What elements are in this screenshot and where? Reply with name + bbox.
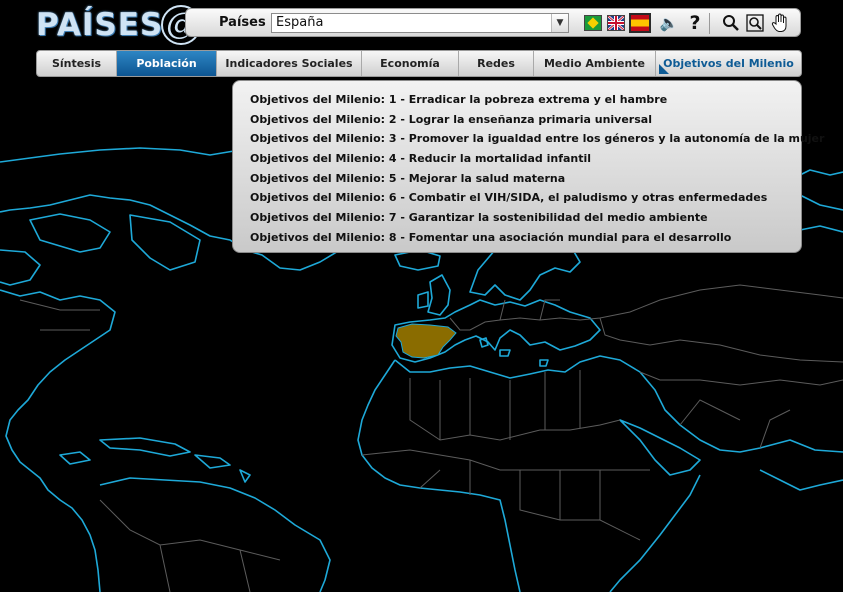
countries-label: Países: [219, 15, 266, 30]
toolbar-divider: [709, 13, 710, 34]
tab-sintesis[interactable]: Síntesis: [37, 51, 117, 76]
sound-icon[interactable]: 🔈: [658, 12, 680, 34]
menu-item-objetivo-2[interactable]: Objetivos del Milenio: 2 - Lograr la ens…: [250, 111, 801, 131]
spain-flag-icon[interactable]: [629, 13, 651, 33]
logo-text: PAÍSES: [36, 7, 164, 43]
menu-item-objetivo-6[interactable]: Objetivos del Milenio: 6 - Combatir el V…: [250, 189, 801, 209]
pan-hand-icon[interactable]: [769, 12, 791, 34]
brazil-flag-icon[interactable]: [584, 15, 602, 31]
menu-item-objetivo-3[interactable]: Objetivos del Milenio: 3 - Promover la i…: [250, 130, 824, 150]
iceland-coast: [394, 249, 441, 271]
zoom-icon[interactable]: [720, 12, 742, 34]
menu-item-objetivo-1[interactable]: Objetivos del Milenio: 1 - Erradicar la …: [250, 91, 801, 111]
tab-objetivos-del-milenio[interactable]: Objetivos del Milenio: [656, 51, 801, 76]
tab-economia[interactable]: Economía: [362, 51, 459, 76]
country-select-value: España: [276, 15, 324, 30]
arctic-islands: [0, 213, 201, 286]
menu-item-objetivo-8[interactable]: Objetivos del Milenio: 8 - Fomentar una …: [250, 229, 801, 249]
tab-bar: Síntesis Población Indicadores Sociales …: [36, 50, 802, 77]
top-toolbar: Países España ▼ 🔈 ?: [185, 8, 801, 37]
zoom-rect-icon[interactable]: [744, 12, 766, 34]
tab-indicadores-sociales[interactable]: Indicadores Sociales: [217, 51, 362, 76]
tab-poblacion[interactable]: Población: [117, 51, 217, 76]
chevron-down-icon[interactable]: ▼: [551, 14, 568, 32]
help-icon[interactable]: ?: [684, 12, 706, 34]
british-isles-coast: [417, 274, 451, 316]
south-america-coast: [99, 477, 331, 592]
north-america-coast: [0, 289, 116, 592]
spain-highlight[interactable]: [395, 323, 457, 359]
menu-item-objetivo-4[interactable]: Objetivos del Milenio: 4 - Reducir la mo…: [250, 150, 801, 170]
uk-flag-icon[interactable]: [607, 15, 625, 31]
country-select[interactable]: España ▼: [271, 13, 569, 33]
objetivos-dropdown-menu: Objetivos del Milenio: 1 - Erradicar la …: [232, 80, 824, 253]
menu-item-objetivo-7[interactable]: Objetivos del Milenio: 7 - Garantizar la…: [250, 209, 801, 229]
app-logo: PAÍSES @: [36, 5, 202, 45]
caribbean-islands: [59, 437, 251, 483]
tab-medio-ambiente[interactable]: Medio Ambiente: [534, 51, 656, 76]
menu-item-objetivo-5[interactable]: Objetivos del Milenio: 5 - Mejorar la sa…: [250, 170, 801, 190]
mediterranean-islands: [479, 337, 549, 367]
tab-redes[interactable]: Redes: [459, 51, 534, 76]
